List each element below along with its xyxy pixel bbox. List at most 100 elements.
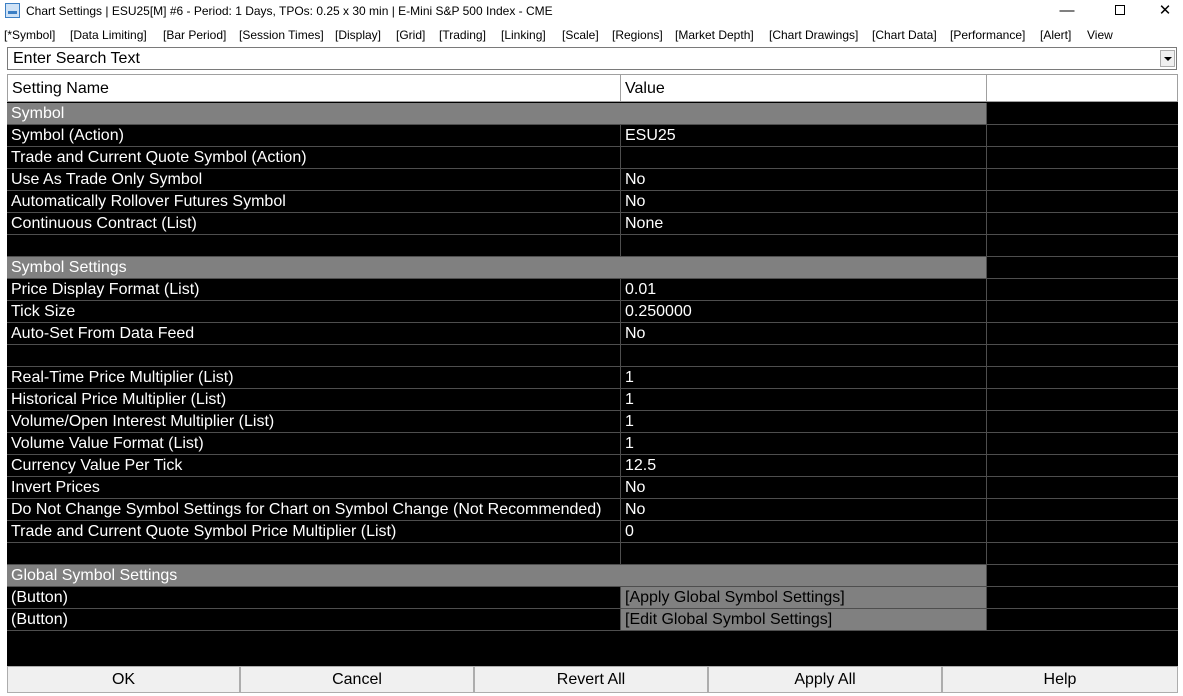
extra-cell bbox=[986, 411, 1178, 432]
cancel-button[interactable]: Cancel bbox=[240, 666, 474, 693]
setting-row[interactable]: Do Not Change Symbol Settings for Chart … bbox=[7, 499, 1178, 521]
menu-chart-drawings[interactable]: [Chart Drawings] bbox=[769, 28, 858, 42]
setting-row[interactable]: Invert Prices No bbox=[7, 477, 1178, 499]
setting-row[interactable]: Price Display Format (List) 0.01 bbox=[7, 279, 1178, 301]
menu-linking[interactable]: [Linking] bbox=[501, 28, 546, 42]
extra-cell bbox=[986, 389, 1178, 410]
extra-cell bbox=[986, 455, 1178, 476]
menu-session-times[interactable]: [Session Times] bbox=[239, 28, 324, 42]
setting-value[interactable]: No bbox=[620, 477, 986, 498]
setting-value[interactable]: 1 bbox=[620, 367, 986, 388]
button-setting-row[interactable]: (Button) [Apply Global Symbol Settings] bbox=[7, 587, 1178, 609]
setting-row[interactable]: Volume/Open Interest Multiplier (List) 1 bbox=[7, 411, 1178, 433]
setting-name: Trade and Current Quote Symbol Price Mul… bbox=[11, 523, 397, 540]
setting-name: (Button) bbox=[11, 611, 68, 628]
setting-value[interactable]: ESU25 bbox=[620, 125, 986, 146]
search-dropdown-button[interactable] bbox=[1160, 50, 1175, 67]
search-input[interactable] bbox=[8, 48, 1158, 69]
setting-name: Currency Value Per Tick bbox=[11, 457, 183, 474]
search-box bbox=[7, 47, 1177, 70]
setting-row[interactable]: Continuous Contract (List) None bbox=[7, 213, 1178, 235]
setting-row[interactable]: Historical Price Multiplier (List) 1 bbox=[7, 389, 1178, 411]
setting-name: Trade and Current Quote Symbol (Action) bbox=[11, 149, 307, 166]
extra-cell bbox=[986, 543, 1178, 564]
setting-name: Do Not Change Symbol Settings for Chart … bbox=[11, 501, 602, 518]
column-header-setting-name[interactable]: Setting Name bbox=[8, 75, 621, 101]
extra-cell bbox=[986, 103, 1178, 124]
setting-value[interactable]: No bbox=[620, 191, 986, 212]
menu-performance[interactable]: [Performance] bbox=[950, 28, 1025, 42]
setting-value[interactable]: 0.01 bbox=[620, 279, 986, 300]
setting-name: Invert Prices bbox=[11, 479, 100, 496]
setting-row[interactable]: Trade and Current Quote Symbol (Action) bbox=[7, 147, 1178, 169]
setting-row[interactable]: Currency Value Per Tick 12.5 bbox=[7, 455, 1178, 477]
setting-value[interactable]: 12.5 bbox=[620, 455, 986, 476]
close-button[interactable]: ✕ bbox=[1142, 0, 1183, 22]
maximize-button[interactable] bbox=[1097, 0, 1143, 22]
menu-alert[interactable]: [Alert] bbox=[1040, 28, 1071, 42]
setting-name bbox=[7, 345, 620, 366]
button-setting-row[interactable]: (Button) [Edit Global Symbol Settings] bbox=[7, 609, 1178, 631]
extra-cell bbox=[986, 565, 1178, 586]
blank-row bbox=[7, 235, 1178, 257]
setting-row[interactable]: Real-Time Price Multiplier (List) 1 bbox=[7, 367, 1178, 389]
extra-cell bbox=[986, 257, 1178, 278]
setting-action-button[interactable]: [Edit Global Symbol Settings] bbox=[620, 609, 986, 630]
setting-value[interactable]: 1 bbox=[620, 389, 986, 410]
setting-value[interactable]: None bbox=[620, 213, 986, 234]
menu-chart-data[interactable]: [Chart Data] bbox=[872, 28, 937, 42]
setting-value bbox=[620, 235, 986, 256]
grid-header: Setting Name Value bbox=[7, 74, 1178, 102]
setting-row[interactable]: Auto-Set From Data Feed No bbox=[7, 323, 1178, 345]
setting-value[interactable]: No bbox=[620, 323, 986, 344]
setting-row[interactable]: Use As Trade Only Symbol No bbox=[7, 169, 1178, 191]
menu-scale[interactable]: [Scale] bbox=[562, 28, 599, 42]
extra-cell bbox=[986, 191, 1178, 212]
menu-market-depth[interactable]: [Market Depth] bbox=[675, 28, 754, 42]
setting-name: Real-Time Price Multiplier (List) bbox=[11, 369, 234, 386]
grid-rows: Symbol Symbol (Action) ESU25 Trade and Curr… bbox=[7, 103, 1178, 631]
setting-name: Use As Trade Only Symbol bbox=[11, 171, 203, 188]
extra-cell bbox=[986, 169, 1178, 190]
menu-bar: [*Symbol] [Data Limiting] [Bar Period] [… bbox=[0, 26, 1183, 44]
menu-display[interactable]: [Display] bbox=[335, 28, 381, 42]
menu-regions[interactable]: [Regions] bbox=[612, 28, 663, 42]
setting-row[interactable]: Tick Size 0.250000 bbox=[7, 301, 1178, 323]
extra-cell bbox=[986, 279, 1178, 300]
setting-name: Auto-Set From Data Feed bbox=[11, 325, 195, 342]
extra-cell bbox=[986, 587, 1178, 608]
setting-value[interactable]: No bbox=[620, 169, 986, 190]
setting-row[interactable]: Symbol (Action) ESU25 bbox=[7, 125, 1178, 147]
menu-trading[interactable]: [Trading] bbox=[439, 28, 486, 42]
extra-cell bbox=[986, 345, 1178, 366]
apply-all-button[interactable]: Apply All bbox=[708, 666, 942, 693]
setting-name: Symbol (Action) bbox=[11, 127, 124, 144]
setting-value[interactable]: 0 bbox=[620, 521, 986, 542]
maximize-icon bbox=[1115, 4, 1125, 15]
help-button[interactable]: Help bbox=[942, 666, 1178, 693]
setting-value[interactable]: No bbox=[620, 499, 986, 520]
column-header-value[interactable]: Value bbox=[621, 75, 987, 101]
ok-button[interactable]: OK bbox=[7, 666, 240, 693]
setting-row[interactable]: Trade and Current Quote Symbol Price Mul… bbox=[7, 521, 1178, 543]
setting-action-button[interactable]: [Apply Global Symbol Settings] bbox=[620, 587, 986, 608]
setting-name bbox=[7, 235, 620, 256]
minimize-button[interactable]: — bbox=[1044, 0, 1090, 22]
setting-value[interactable]: 0.250000 bbox=[620, 301, 986, 322]
section-title: Global Symbol Settings bbox=[11, 567, 178, 584]
menu-bar-period[interactable]: [Bar Period] bbox=[163, 28, 226, 42]
setting-row[interactable]: Automatically Rollover Futures Symbol No bbox=[7, 191, 1178, 213]
setting-value[interactable] bbox=[620, 147, 986, 168]
extra-cell bbox=[986, 367, 1178, 388]
menu-symbol[interactable]: [*Symbol] bbox=[4, 28, 55, 42]
section-header-row[interactable]: Symbol bbox=[7, 103, 1178, 125]
setting-value[interactable]: 1 bbox=[620, 433, 986, 454]
setting-row[interactable]: Volume Value Format (List) 1 bbox=[7, 433, 1178, 455]
setting-value[interactable]: 1 bbox=[620, 411, 986, 432]
menu-data-limiting[interactable]: [Data Limiting] bbox=[70, 28, 147, 42]
revert-all-button[interactable]: Revert All bbox=[474, 666, 708, 693]
section-header-row[interactable]: Global Symbol Settings bbox=[7, 565, 1178, 587]
menu-grid[interactable]: [Grid] bbox=[396, 28, 425, 42]
menu-view[interactable]: View bbox=[1087, 28, 1113, 42]
section-header-row[interactable]: Symbol Settings bbox=[7, 257, 1178, 279]
